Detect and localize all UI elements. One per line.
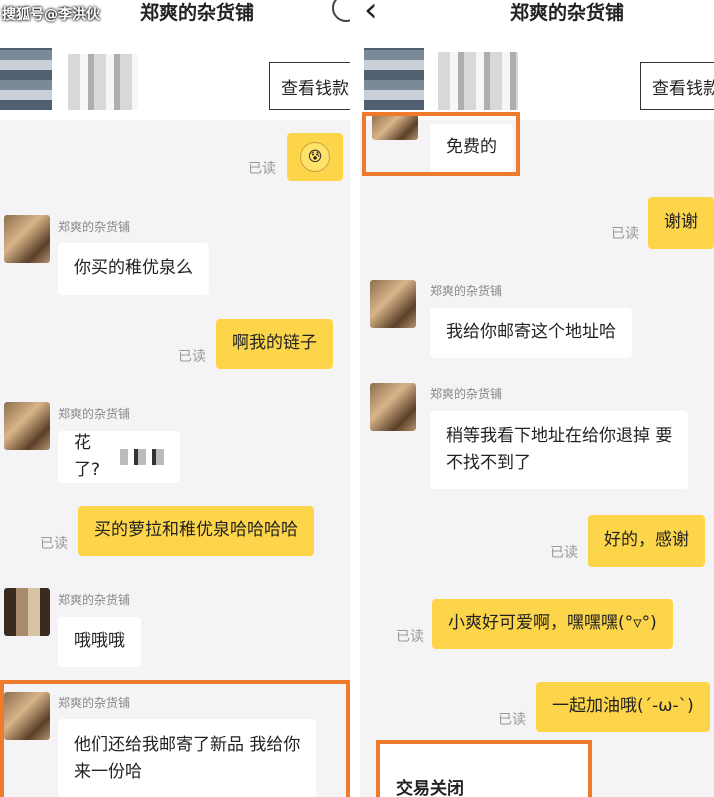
call-icon[interactable]	[332, 0, 350, 22]
read-status: 已读	[550, 545, 578, 561]
back-icon[interactable]: ‹	[364, 0, 378, 30]
outgoing-message: 啊我的链子	[216, 319, 333, 369]
sender-name: 郑爽的杂货铺	[430, 387, 503, 401]
shop-avatar[interactable]	[370, 280, 416, 328]
right-top-bar: ‹ 郑爽的杂货铺	[360, 0, 714, 32]
incoming-message: 你买的稚优泉么	[58, 243, 209, 295]
incoming-message: 稍等我看下地址在给你退掉 要 不找不到了	[430, 411, 689, 489]
incoming-message: 花了?	[58, 431, 180, 483]
highlight-box	[0, 680, 350, 797]
sender-name: 郑爽的杂货铺	[430, 284, 503, 298]
sweat-emoji-icon: 😰	[300, 142, 330, 172]
watermark-text: 搜狐号@李洪伙	[2, 7, 100, 23]
shop-avatar[interactable]	[4, 215, 50, 263]
product-info-blurred	[68, 54, 138, 110]
message-line: 不找不到了	[446, 453, 531, 473]
highlight-box	[376, 740, 592, 797]
outgoing-message: 买的萝拉和稚优泉哈哈哈哈	[78, 506, 314, 556]
outgoing-message: 好的，感谢	[588, 515, 705, 567]
sender-name: 郑爽的杂货铺	[58, 220, 131, 234]
highlight-box	[362, 112, 520, 176]
shop-avatar[interactable]	[4, 588, 50, 636]
right-chat-title: 郑爽的杂货铺	[510, 2, 625, 24]
read-status: 已读	[178, 349, 206, 365]
read-status: 已读	[40, 536, 68, 552]
sender-name: 郑爽的杂货铺	[58, 407, 131, 421]
left-product-header: 查看钱款	[0, 32, 350, 120]
right-product-header: 查看钱款	[360, 32, 714, 120]
read-status: 已读	[396, 629, 424, 645]
left-chat-title: 郑爽的杂货铺	[140, 2, 255, 24]
product-thumbnail[interactable]	[0, 48, 52, 110]
product-thumbnail[interactable]	[364, 48, 424, 110]
check-payment-button[interactable]: 查看钱款	[269, 62, 350, 110]
panel-divider	[350, 0, 360, 797]
check-payment-button[interactable]: 查看钱款	[640, 62, 714, 110]
outgoing-message: 一起加油哦(´-ω-`)	[536, 682, 710, 732]
outgoing-message: 谢谢	[648, 197, 714, 249]
blurred-text	[119, 449, 164, 465]
product-info-blurred	[438, 52, 518, 110]
read-status: 已读	[611, 226, 639, 242]
shop-avatar[interactable]	[370, 383, 416, 431]
outgoing-message: 小爽好可爱啊，嘿嘿嘿(°▿°)	[432, 599, 673, 649]
right-chat-panel: ‹ 郑爽的杂货铺 查看钱款 免费的 已读 谢谢 郑爽的杂货铺 我给你邮寄这个地址…	[360, 0, 714, 797]
read-status: 已读	[248, 161, 276, 177]
message-text: 花了?	[74, 432, 101, 480]
shop-avatar[interactable]	[4, 402, 50, 450]
emoji-message: 😰	[287, 133, 343, 181]
incoming-message: 我给你邮寄这个地址哈	[430, 308, 632, 358]
sender-name: 郑爽的杂货铺	[58, 593, 131, 607]
incoming-message: 哦哦哦	[58, 617, 141, 667]
read-status: 已读	[498, 712, 526, 728]
left-chat-panel: 郑爽的杂货铺 查看钱款 已读 😰 郑爽的杂货铺 你买的稚优泉么 已读 啊我的链子…	[0, 0, 350, 797]
message-line: 稍等我看下地址在给你退掉 要	[446, 425, 673, 446]
